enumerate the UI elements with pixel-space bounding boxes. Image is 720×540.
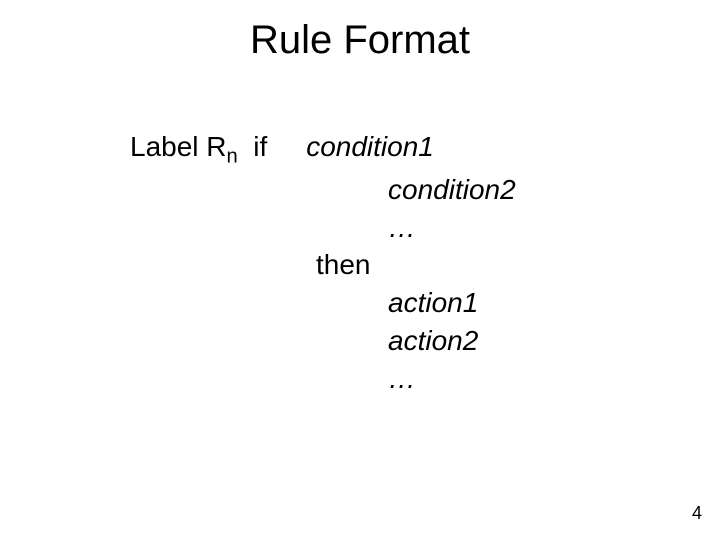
rule-line-6: … (130, 360, 516, 398)
slide-title: Rule Format (0, 18, 720, 63)
rule-line-3: … (130, 209, 516, 247)
label-subscript: n (227, 146, 238, 168)
rule-line-1: Label Rn if condition1 (130, 128, 516, 171)
rule-line-4: action1 (130, 284, 516, 322)
condition-1: condition1 (306, 131, 434, 162)
keyword-then: then (316, 249, 371, 280)
label-prefix: Label R (130, 131, 227, 162)
rule-line-5: action2 (130, 322, 516, 360)
action-2: action2 (388, 325, 478, 356)
rule-body: Label Rn if condition1 condition2 … then… (130, 128, 516, 398)
rule-line-then: then (130, 246, 516, 284)
conditions-ellipsis: … (388, 212, 416, 243)
page-number: 4 (692, 503, 702, 524)
keyword-if: if (253, 131, 267, 162)
condition-2: condition2 (388, 174, 516, 205)
slide: Rule Format Label Rn if condition1 condi… (0, 0, 720, 540)
rule-line-2: condition2 (130, 171, 516, 209)
actions-ellipsis: … (388, 363, 416, 394)
action-1: action1 (388, 287, 478, 318)
